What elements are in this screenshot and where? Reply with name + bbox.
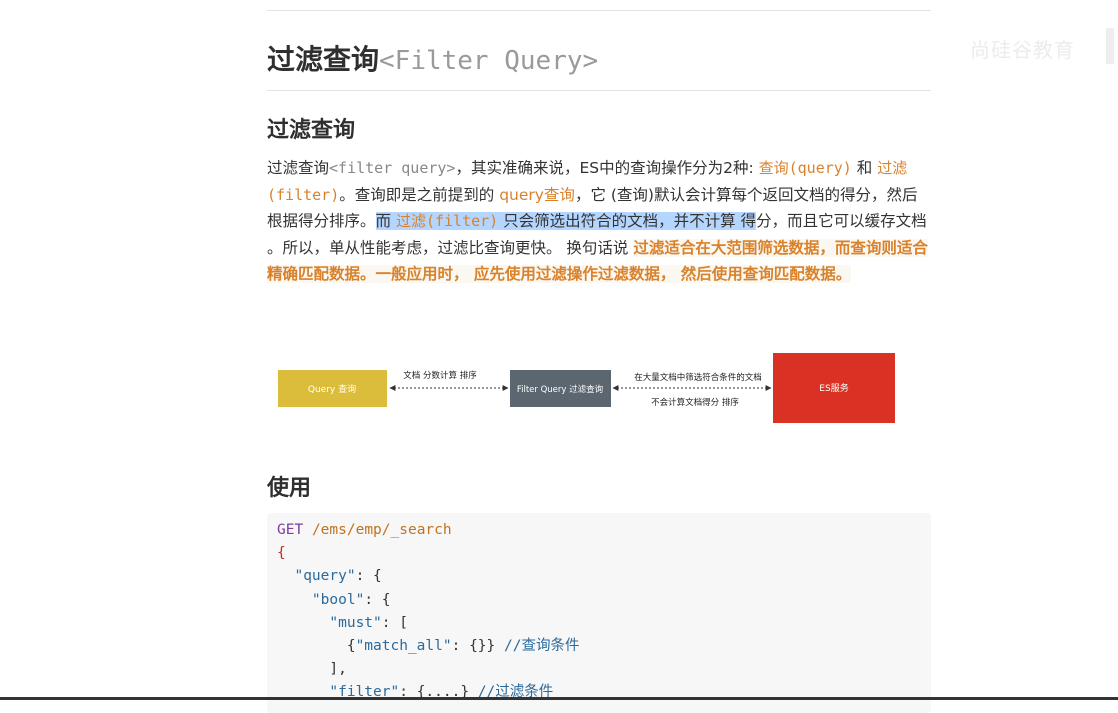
code-key: "bool" [311, 591, 365, 608]
para-selected-text: 而 过滤(filter) 只会筛选出符合的文档，并不计算 得 [375, 212, 757, 230]
para-code-query-search: query查询 [499, 185, 575, 204]
arrow1-label: 文档 分数计算 排序 [403, 370, 477, 381]
para-text: ，其实准确来说，ES中的查询操作分为2种: [455, 159, 759, 177]
page-title-cn: 过滤查询 [267, 43, 380, 76]
filter-box-label: Filter Query 过滤查询 [517, 384, 603, 395]
para-text: 。查询即是之前提到的 [339, 185, 500, 204]
code-comment: //查询条件 [504, 638, 580, 655]
code-key: "must" [329, 614, 382, 631]
watermark-bar [1106, 28, 1114, 64]
code-line: : { [355, 568, 382, 585]
query-box-label: Query 查询 [308, 383, 356, 395]
section-title-filter-query: 过滤查询 [267, 118, 356, 143]
para-text: 只会筛选出符合的文档，并不计算 得 [498, 212, 757, 230]
code-line: ], [329, 661, 347, 678]
arrow2-label-bottom: 不会计算文档得分 排序 [651, 397, 739, 408]
code-line: : [ [381, 614, 408, 631]
page-title-code: <Filter Query> [379, 46, 599, 76]
title-divider [267, 90, 931, 91]
section-title-usage: 使用 [267, 476, 312, 501]
es-box-label: ES服务 [819, 382, 848, 394]
code-content: GET /ems/emp/_search { "query": { "bool"… [267, 513, 931, 711]
code-line: : { [364, 591, 391, 608]
para-text: 而 [375, 212, 396, 230]
top-divider [267, 10, 931, 11]
arrow2-label-top: 在大量文档中筛选符合条件的文档 [634, 372, 762, 383]
intro-paragraph: 过滤查询<filter query>，其实准确来说，ES中的查询操作分为2种: … [267, 155, 931, 288]
page-title: 过滤查询<Filter Query> [267, 38, 598, 78]
para-text: 和 [851, 159, 878, 177]
para-code-filter-query: <filter query> [329, 159, 456, 177]
para-text: 过滤查询 [267, 159, 330, 177]
filter-query-diagram: Query 查询 文档 分数计算 排序 Filter Query 过滤查询 在大… [278, 353, 895, 423]
code-path: /ems/emp/_search [311, 522, 452, 538]
code-key: "match_all" [355, 638, 452, 655]
watermark: 尚硅谷教育 [970, 38, 1075, 62]
code-key: "query" [294, 568, 356, 585]
code-block[interactable]: GET /ems/emp/_search { "query": { "bool"… [267, 513, 931, 713]
code-method: GET [277, 522, 304, 538]
code-line: { [277, 545, 286, 562]
para-code-filter-2: 过滤(filter) [395, 212, 499, 230]
code-line: : {}} [451, 638, 504, 655]
code-line: { [346, 638, 356, 655]
para-code-query: 查询(query) [758, 159, 852, 177]
